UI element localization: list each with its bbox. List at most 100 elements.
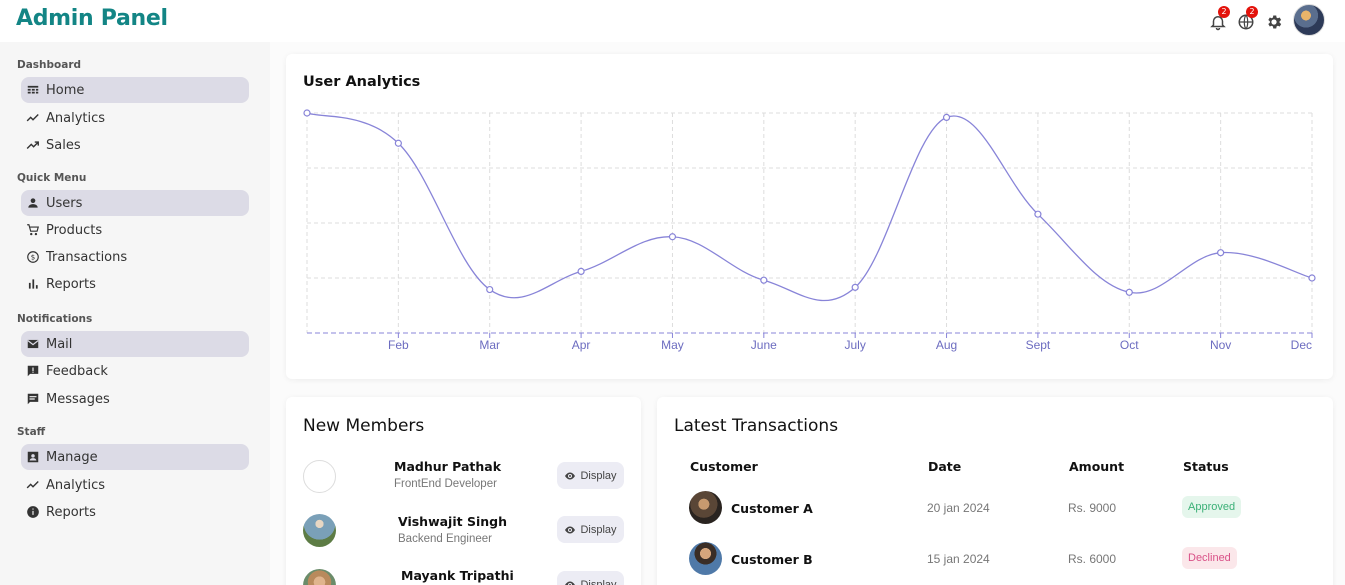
new-members-title: New Members: [303, 416, 425, 436]
sidebar-item-transactions[interactable]: $ Transactions: [21, 244, 249, 270]
sidebar-item-sales[interactable]: Sales: [21, 132, 249, 158]
sidebar-item-label: Transactions: [46, 249, 128, 265]
user-avatar[interactable]: [1293, 4, 1325, 36]
sidebar-item-label: Products: [46, 222, 103, 238]
x-tick-label: July: [845, 338, 866, 352]
message-icon: [26, 392, 40, 406]
status-badge: Declined: [1182, 547, 1237, 569]
language-badge: 2: [1246, 6, 1258, 18]
display-button[interactable]: Display: [557, 516, 624, 543]
bar-chart-icon: [26, 277, 40, 291]
sidebar-item-analytics[interactable]: Analytics: [21, 105, 249, 131]
sidebar-item-staff-analytics[interactable]: Analytics: [21, 472, 249, 498]
sidebar: Dashboard Home Analytics Sales Quick Men…: [0, 42, 270, 585]
data-point: [577, 267, 585, 275]
sidebar-item-label: Feedback: [46, 363, 108, 379]
info-icon: [26, 505, 40, 519]
top-actions: 2 2: [1209, 4, 1325, 36]
data-point: [1034, 210, 1042, 218]
transaction-amount: Rs. 9000: [1068, 501, 1117, 515]
eye-icon: [565, 472, 576, 479]
settings-gear-icon[interactable]: [1265, 13, 1283, 31]
sidebar-item-label: Analytics: [46, 477, 106, 493]
notifications-icon[interactable]: 2: [1209, 6, 1230, 31]
status-badge: Approved: [1182, 496, 1242, 518]
eye-icon: [565, 526, 576, 533]
trend-icon: [26, 111, 40, 125]
currency-exchange-icon: $: [26, 250, 40, 264]
sidebar-item-mail[interactable]: Mail: [21, 331, 249, 357]
customer-avatar: [689, 491, 722, 524]
feedback-icon: [26, 364, 40, 378]
member-name: Mayank Tripathi: [401, 568, 514, 583]
language-icon[interactable]: 2: [1237, 6, 1258, 31]
member-item: Mayank Tripathi Display: [303, 565, 633, 585]
column-header-customer: Customer: [690, 459, 758, 474]
x-tick-label: Apr: [572, 338, 591, 352]
x-tick-label: June: [751, 338, 777, 352]
main-content: User Analytics Feb Mar Apr May June July Aug Se…: [270, 42, 1345, 585]
user-analytics-chart: Feb Mar Apr May June July Aug Sept Oct Nov Dec: [303, 109, 1316, 352]
data-point: [760, 276, 768, 284]
data-point: [1217, 249, 1225, 257]
sidebar-section-quick-menu: Quick Menu: [17, 172, 87, 184]
data-point: [1125, 288, 1133, 296]
display-button-label: Display: [580, 578, 617, 585]
new-members-card: New Members Madhur Pathak FrontEnd Devel…: [286, 397, 641, 585]
mail-icon: [26, 337, 40, 351]
sidebar-item-feedback[interactable]: Feedback: [21, 358, 249, 384]
x-tick-label: Aug: [936, 338, 957, 352]
latest-transactions-title: Latest Transactions: [674, 416, 839, 436]
sidebar-item-label: Messages: [46, 391, 110, 407]
data-point: [486, 285, 494, 294]
series-line: [306, 112, 1313, 302]
table-row: Customer A 20 jan 2024 Rs. 9000 Approved: [689, 491, 1309, 527]
notifications-badge: 2: [1218, 6, 1230, 18]
cart-icon: [26, 223, 40, 237]
data-point: [1308, 274, 1316, 282]
top-bar: Admin Panel 2 2: [0, 0, 1345, 42]
sidebar-item-messages[interactable]: Messages: [21, 386, 249, 412]
sidebar-item-manage[interactable]: Manage: [21, 444, 249, 470]
data-point: [851, 283, 859, 291]
sidebar-item-label: Reports: [46, 276, 96, 292]
sidebar-item-label: Manage: [46, 449, 98, 465]
customer-name: Customer A: [731, 501, 813, 516]
sidebar-item-label: Sales: [46, 137, 81, 153]
app-title[interactable]: Admin Panel: [16, 6, 168, 31]
sidebar-item-home[interactable]: Home: [21, 77, 249, 103]
member-avatar: [303, 460, 336, 493]
display-button-label: Display: [580, 469, 617, 482]
x-tick-label: Feb: [388, 338, 409, 352]
transaction-amount: Rs. 6000: [1068, 552, 1117, 566]
x-tick-label: Nov: [1210, 338, 1231, 352]
display-button[interactable]: Display: [557, 571, 624, 585]
badge-icon: [26, 450, 40, 464]
sidebar-section-staff: Staff: [17, 426, 46, 438]
member-name: Vishwajit Singh: [398, 514, 507, 529]
sidebar-item-label: Reports: [46, 504, 96, 520]
display-button-label: Display: [580, 523, 617, 536]
customer-name: Customer B: [731, 552, 813, 567]
sidebar-section-dashboard: Dashboard: [17, 59, 82, 71]
sidebar-item-reports[interactable]: Reports: [21, 271, 249, 297]
x-tick-label: Mar: [479, 338, 500, 352]
sidebar-item-staff-reports[interactable]: Reports: [21, 499, 249, 525]
sidebar-item-products[interactable]: Products: [21, 217, 249, 243]
column-header-date: Date: [928, 459, 962, 474]
person-icon: [26, 196, 40, 210]
member-avatar: [303, 514, 336, 547]
sidebar-item-users[interactable]: Users: [21, 190, 249, 216]
sidebar-item-label: Home: [46, 82, 85, 98]
data-point: [303, 109, 311, 117]
eye-icon: [565, 581, 576, 585]
sidebar-item-label: Analytics: [46, 110, 106, 126]
data-point: [668, 233, 677, 241]
x-tick-label: Dec: [1291, 338, 1312, 352]
display-button[interactable]: Display: [557, 462, 624, 489]
user-analytics-card: User Analytics Feb Mar Apr May June July Aug Se…: [286, 54, 1333, 379]
transaction-date: 15 jan 2024: [927, 552, 990, 566]
trend-up-icon: [26, 138, 40, 152]
svg-text:$: $: [31, 254, 35, 262]
x-tick-label: Oct: [1120, 338, 1139, 352]
